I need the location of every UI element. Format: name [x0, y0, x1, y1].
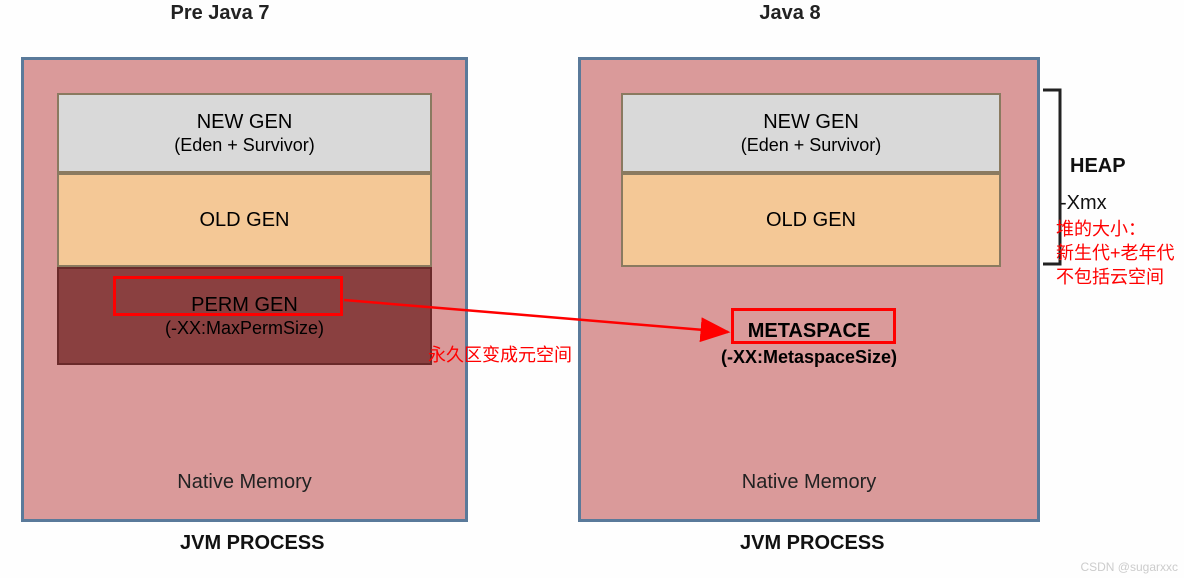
watermark: CSDN @sugarxxc [1080, 560, 1178, 574]
native-right: Native Memory [581, 471, 1037, 494]
permgen-highlight [113, 276, 343, 316]
heap-note2: 新生代+老年代 [1056, 242, 1175, 265]
footer-left: JVM PROCESS [180, 532, 324, 555]
oldgen-label: OLD GEN [59, 208, 430, 233]
oldgen-right: OLD GEN [621, 173, 1001, 267]
newgen-sub: (Eden + Survivor) [59, 135, 430, 156]
newgen-right: NEW GEN (Eden + Survivor) [621, 93, 1001, 173]
heap-note1: 堆的大小： [1056, 218, 1146, 241]
newgen-sub-r: (Eden + Survivor) [623, 135, 999, 156]
jvm-right: NEW GEN (Eden + Survivor) OLD GEN METASP… [578, 57, 1040, 522]
native-left: Native Memory [24, 471, 465, 494]
permgen-sub: (-XX:MaxPermSize) [59, 318, 430, 339]
newgen-left: NEW GEN (Eden + Survivor) [57, 93, 432, 173]
annotation-text: 永久区变成元空间 [428, 344, 572, 367]
footer-right: JVM PROCESS [740, 532, 884, 555]
metaspace-highlight [731, 308, 896, 344]
heap-label: HEAP [1070, 155, 1126, 178]
oldgen-label-r: OLD GEN [623, 208, 999, 233]
newgen-label-r: NEW GEN [623, 110, 999, 135]
title-pre-java7: Pre Java 7 [110, 2, 330, 25]
xmx-label: -Xmx [1060, 192, 1107, 215]
newgen-label: NEW GEN [59, 110, 430, 135]
title-java8: Java 8 [690, 2, 890, 25]
heap-note3: 不包括云空间 [1056, 266, 1164, 289]
oldgen-left: OLD GEN [57, 173, 432, 267]
metaspace-sub: (-XX:MetaspaceSize) [581, 347, 1037, 368]
